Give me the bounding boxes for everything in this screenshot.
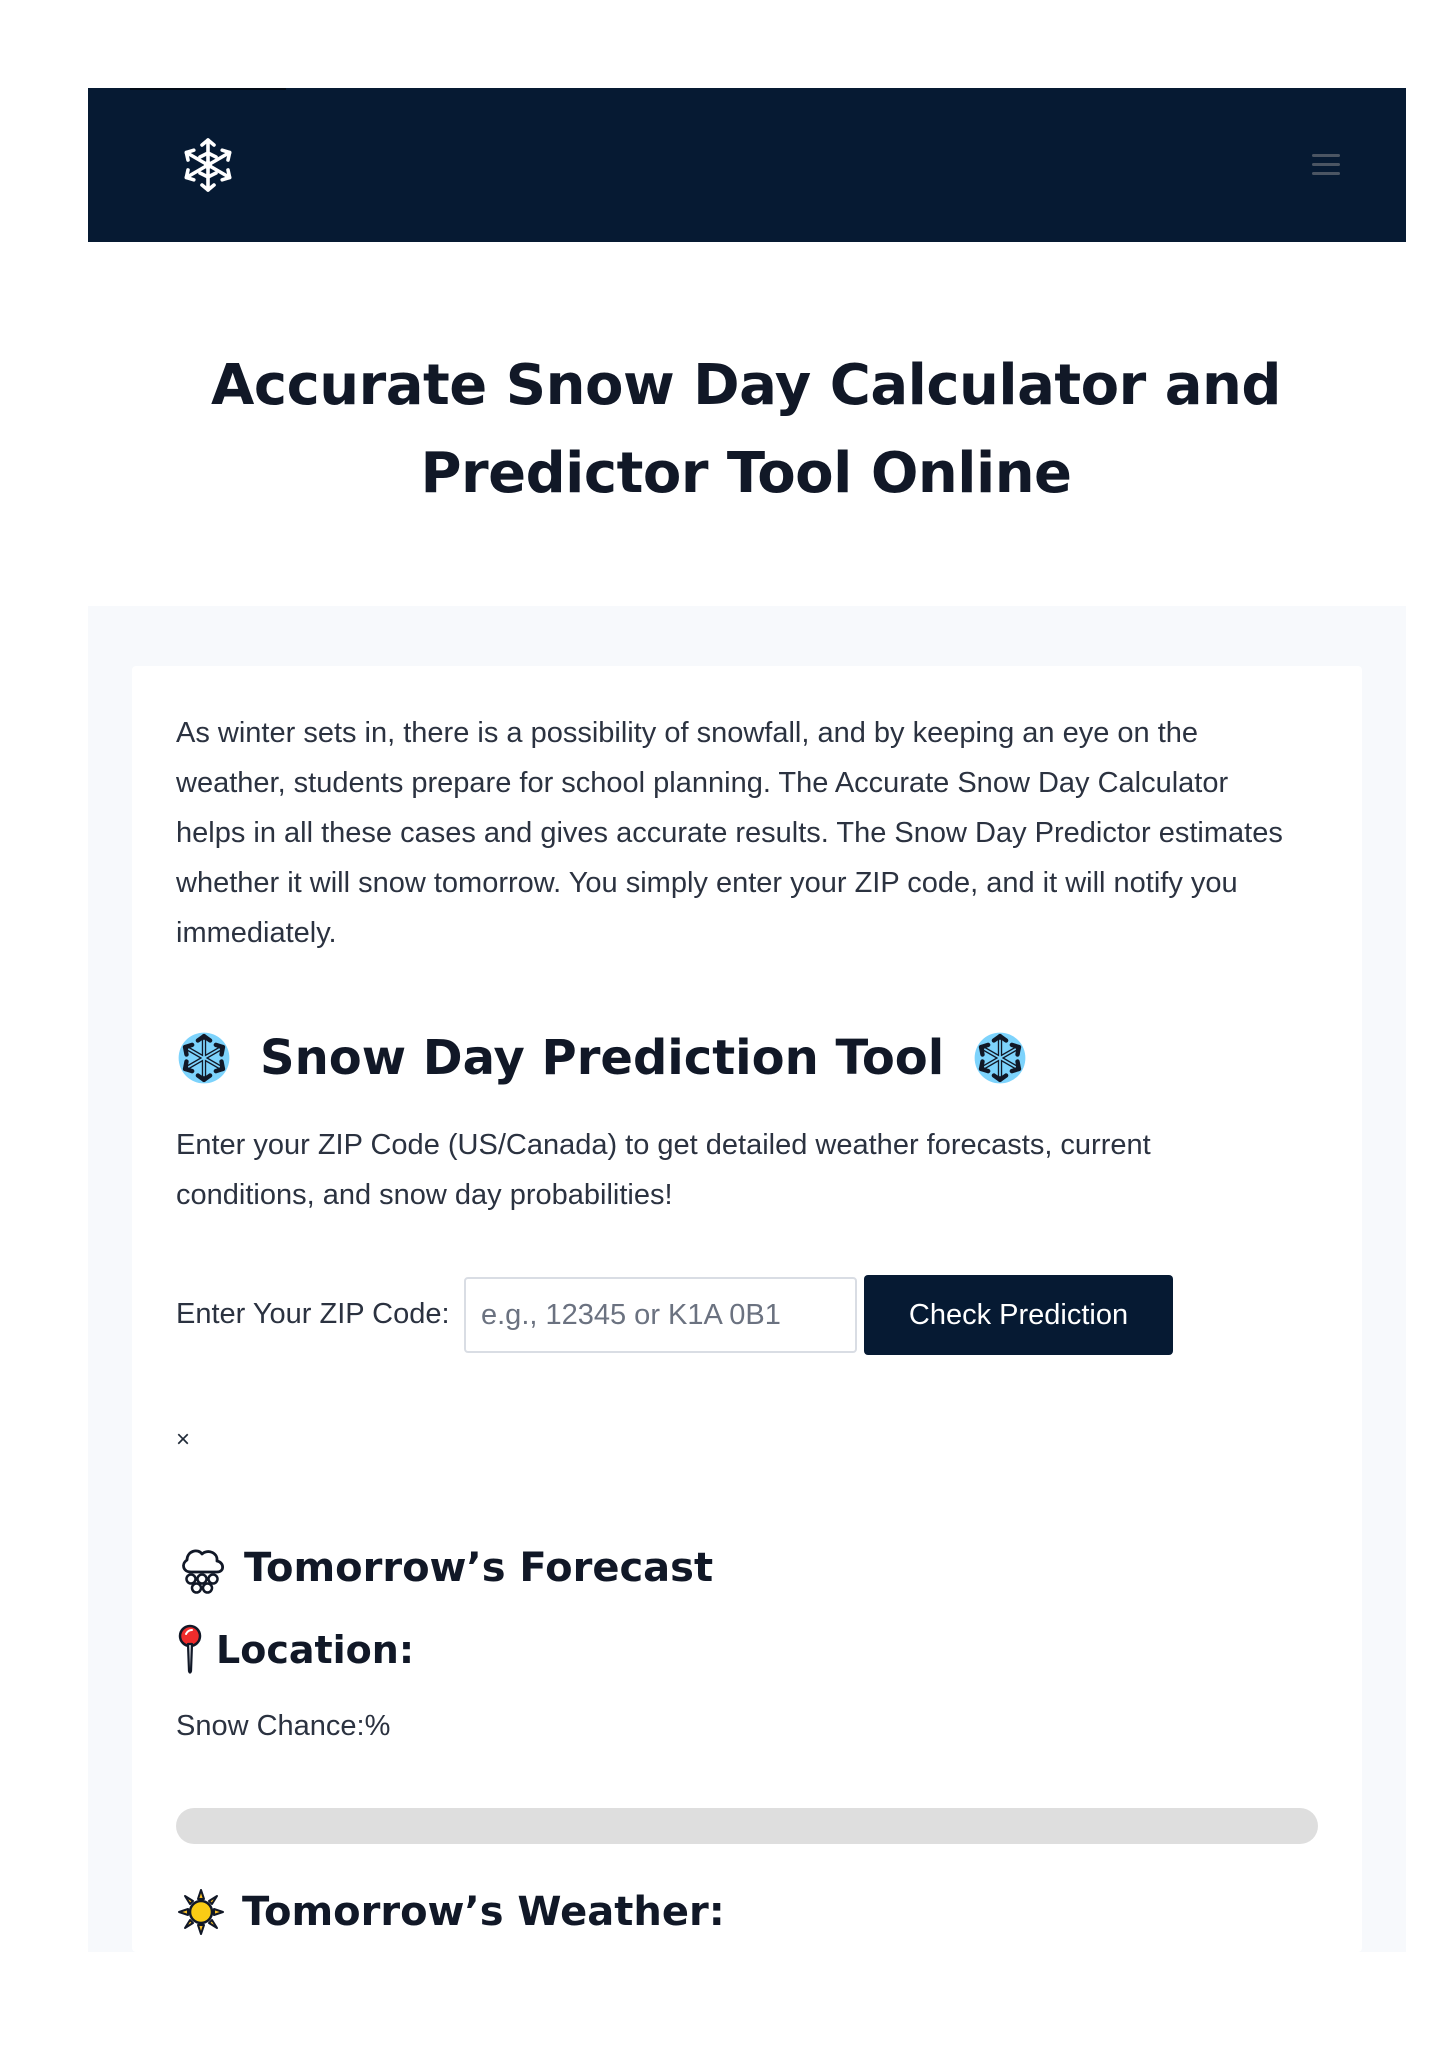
header-accent — [130, 88, 286, 90]
menu-bar — [1312, 163, 1340, 166]
page-title: Accurate Snow Day Calculator and Predict… — [211, 353, 1281, 506]
sun-icon — [178, 1889, 224, 1935]
tomorrow-weather-heading: Tomorrow’s Weather: — [176, 1882, 725, 1942]
menu-bar — [1312, 154, 1340, 157]
tomorrow-forecast-heading: Tomorrow’s Forecast — [176, 1536, 713, 1600]
snow-cloud-icon — [182, 1549, 225, 1594]
snowflake-icon[interactable] — [176, 133, 240, 197]
check-prediction-button[interactable]: Check Prediction — [864, 1275, 1173, 1355]
zip-code-label: Enter Your ZIP Code: — [176, 1298, 450, 1330]
menu-bar — [1312, 172, 1340, 175]
location-heading: Location: — [176, 1622, 414, 1678]
tomorrow-forecast-title: Tomorrow’s Forecast — [244, 1545, 714, 1591]
snowflake-icon — [974, 1032, 1026, 1084]
snow-chance-progress-bar — [176, 1808, 1318, 1844]
tomorrow-weather-title: Tomorrow’s Weather: — [242, 1889, 725, 1935]
hamburger-menu-icon[interactable] — [1304, 144, 1346, 186]
prediction-tool-title: Snow Day Prediction Tool — [260, 1030, 945, 1086]
pushpin-icon — [178, 1624, 202, 1674]
location-label: Location: — [216, 1628, 415, 1672]
snow-chance-text: Snow Chance: % — [176, 1706, 390, 1746]
zip-code-input[interactable] — [464, 1277, 857, 1353]
snowflake-icon — [178, 1032, 230, 1084]
snow-chance-unit: % — [364, 1710, 391, 1742]
site-header — [88, 88, 1406, 242]
close-icon[interactable]: × — [176, 1426, 200, 1454]
prediction-tool-heading: Snow Day Prediction Tool — [176, 1018, 1028, 1098]
snow-chance-label: Snow Chance: — [176, 1710, 365, 1742]
intro-paragraph: As winter sets in, there is a possibilit… — [176, 717, 1283, 949]
prediction-tool-description: Enter your ZIP Code (US/Canada) to get d… — [176, 1129, 1151, 1211]
